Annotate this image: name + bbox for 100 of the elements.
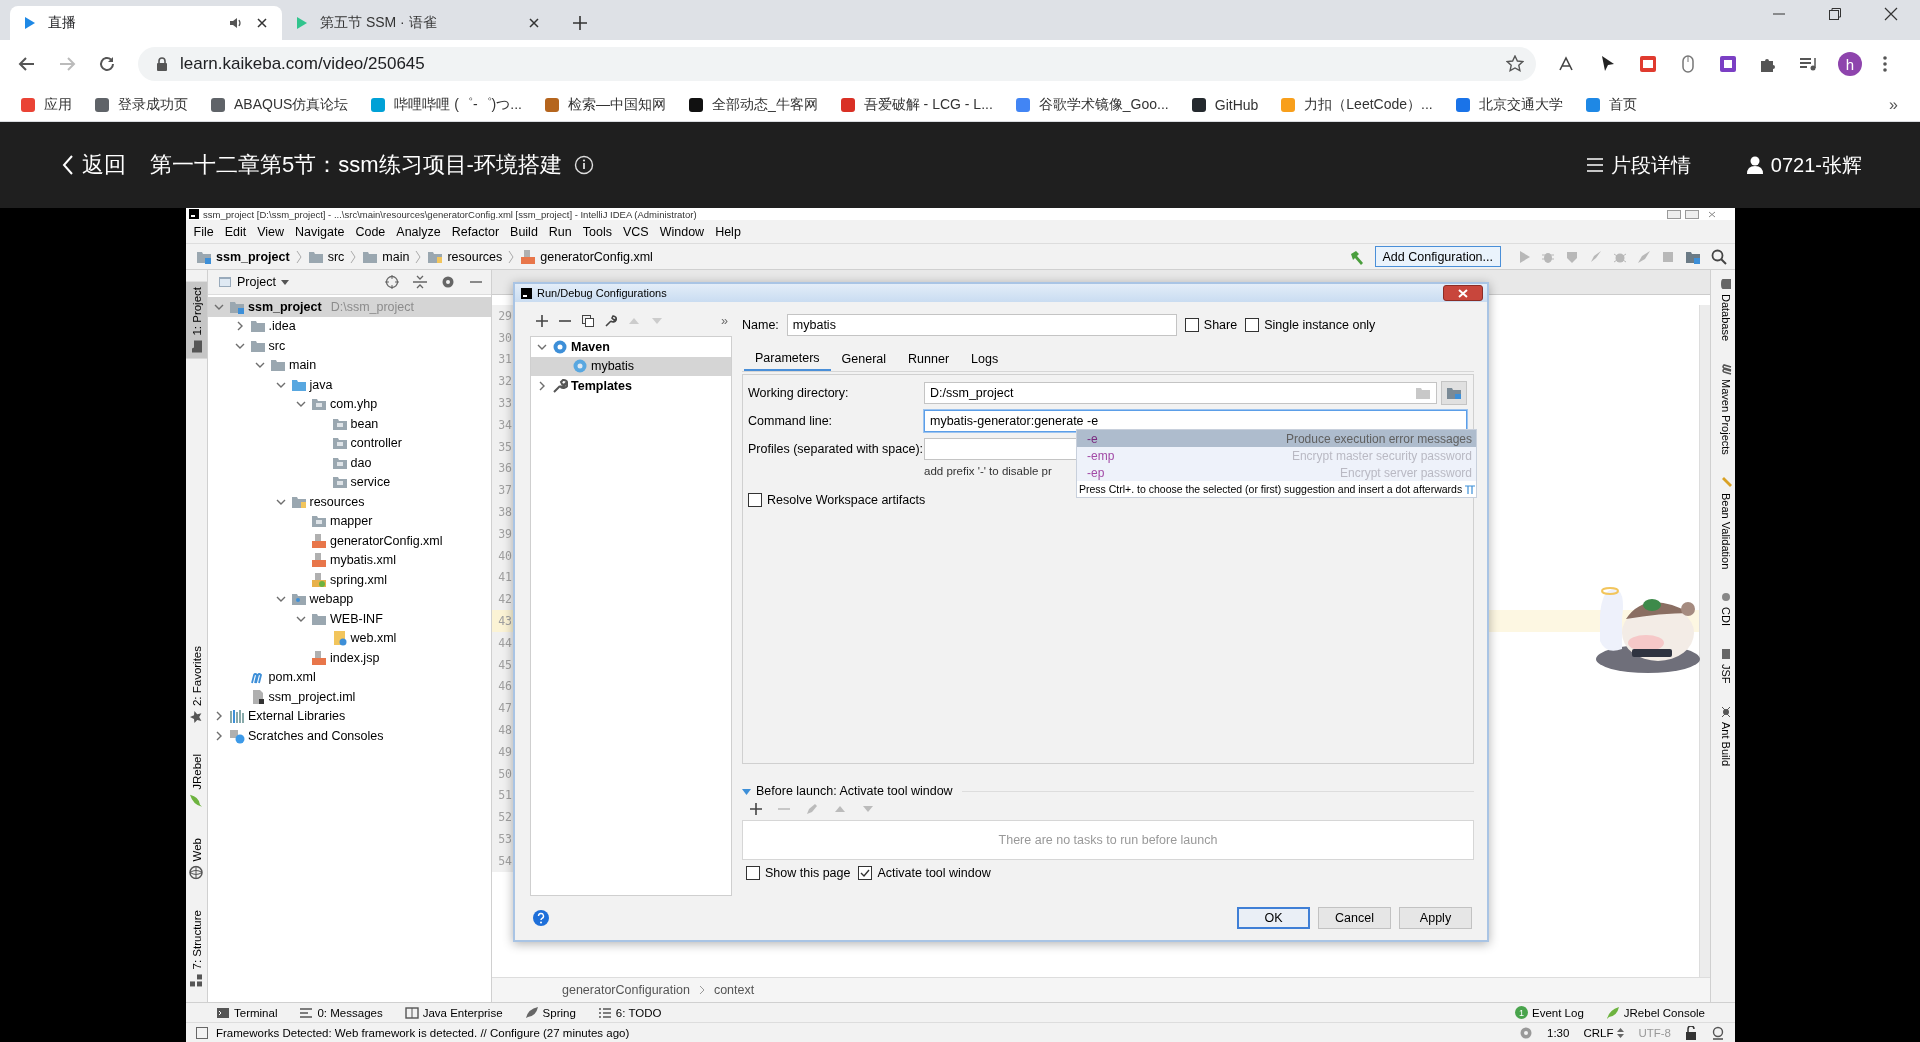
tool-window-tab[interactable]: 0: Messages [299, 1005, 383, 1020]
checkbox-option[interactable]: Show this page [746, 866, 851, 880]
tree-item[interactable]: Templates [531, 376, 731, 396]
tree-item[interactable]: webapp [208, 589, 491, 609]
tool-window-tab[interactable]: CDI [1711, 591, 1735, 627]
pi-icon[interactable] [1464, 483, 1476, 495]
input-field[interactable]: mybatis [786, 314, 1177, 336]
menu-item[interactable]: Run [543, 224, 578, 239]
tree-item[interactable]: dao [208, 453, 491, 473]
info-icon[interactable] [573, 155, 594, 175]
status-message[interactable]: Frameworks Detected: Web framework is detected. // Configure (27 minutes ago) [216, 1026, 630, 1039]
input-field[interactable]: D:/ssm_project [924, 382, 1437, 404]
bookmark[interactable]: 应用 [20, 95, 72, 114]
suggestion-item[interactable]: -e Produce execution error messages [1077, 430, 1476, 447]
view-selector[interactable]: Project [218, 275, 289, 289]
notes-icon[interactable] [1718, 54, 1738, 74]
tool-window-tab[interactable]: Database [1711, 278, 1735, 342]
checkbox-option[interactable]: Activate tool window [858, 866, 991, 880]
expand-triangle-icon[interactable] [742, 786, 751, 796]
tool-window-tab[interactable]: JSF [1711, 648, 1735, 684]
more-bookmarks[interactable]: » [1889, 95, 1898, 114]
star-icon[interactable] [1506, 55, 1524, 73]
tree-item[interactable]: service [208, 472, 491, 492]
tree-item[interactable]: ssm_project D:\ssm_project [208, 297, 491, 317]
run-configuration-selector[interactable]: Add Configuration... [1374, 246, 1501, 267]
collapse-icon[interactable] [413, 275, 427, 289]
tree-item[interactable]: WEB-INF [208, 609, 491, 629]
help-icon[interactable] [533, 910, 549, 926]
inspector-icon[interactable] [1711, 1025, 1725, 1040]
tree-item[interactable]: index.jsp [208, 648, 491, 668]
tab[interactable]: Logs [960, 346, 1010, 371]
tree-item[interactable]: .idea [208, 316, 491, 336]
close-icon[interactable] [1884, 7, 1898, 21]
tool-window-tab[interactable]: Spring [524, 1005, 576, 1020]
breadcrumb-item[interactable]: ssm_project [196, 248, 290, 265]
tree-item[interactable]: pom.xml [208, 667, 491, 687]
menu-item[interactable]: Tools [577, 224, 618, 239]
add-icon[interactable] [536, 315, 548, 327]
dialog-button[interactable]: Cancel [1318, 907, 1391, 929]
address-bar[interactable]: learn.kaikeba.com/video/250645 [138, 47, 1536, 81]
minimize-icon[interactable] [1667, 209, 1681, 219]
breadcrumb-item[interactable]: src [307, 248, 345, 265]
menu-item[interactable]: Window [654, 224, 710, 239]
browser-tab[interactable]: 直播 [10, 6, 282, 40]
details-button[interactable]: 片段详情 [1586, 151, 1691, 179]
tool-window-tab[interactable]: 1: Project [186, 282, 207, 359]
menu-item[interactable]: VCS [617, 224, 655, 239]
menu-item[interactable]: Analyze [390, 224, 447, 239]
bookmark[interactable]: 检索—中国知网 [543, 95, 666, 114]
hammer-icon[interactable] [1348, 248, 1365, 265]
tool-window-tab[interactable]: Java Enterprise [404, 1005, 503, 1020]
tab[interactable]: Parameters [744, 346, 831, 371]
suggestion-item[interactable]: -emp Encrypt master security password [1077, 447, 1476, 464]
lock-icon[interactable] [1685, 1025, 1697, 1040]
menu-item[interactable]: Help [709, 224, 747, 239]
extension-icon[interactable] [1638, 54, 1658, 74]
line-separator[interactable]: CRLF [1583, 1026, 1625, 1039]
tree-item[interactable]: java [208, 375, 491, 395]
gear-icon[interactable] [1519, 1025, 1533, 1040]
avatar[interactable]: h [1838, 52, 1862, 76]
checkbox-option[interactable]: Share [1184, 318, 1238, 332]
copy-icon[interactable] [582, 315, 594, 327]
checkbox[interactable] [748, 493, 762, 507]
tab[interactable]: General [830, 346, 898, 371]
tool-window-tab[interactable]: Web [186, 833, 207, 885]
checkbox-option[interactable]: Single instance only [1245, 318, 1376, 332]
tool-window-tab[interactable]: JRebel [186, 749, 207, 814]
tree-item[interactable]: ssm_project.iml [208, 687, 491, 707]
tool-window-tab[interactable]: Bean Validation [1711, 476, 1735, 570]
menu-item[interactable]: Refactor [446, 224, 505, 239]
bookmark[interactable]: ABAQUS仿真论坛 [210, 95, 349, 114]
tree-item[interactable]: spring.xml [208, 570, 491, 590]
close-button[interactable] [1443, 285, 1483, 301]
menu-item[interactable]: Build [504, 224, 544, 239]
bookmark[interactable]: 全部动态_牛客网 [687, 95, 818, 114]
menu-icon[interactable] [1882, 54, 1888, 74]
checkbox[interactable] [858, 866, 873, 880]
bookmark[interactable]: 登录成功页 [94, 95, 188, 114]
wrench-icon[interactable] [605, 315, 617, 327]
more-actions[interactable]: » [721, 314, 732, 328]
maximize-icon[interactable] [1685, 209, 1699, 219]
tree-item[interactable]: web.xml [208, 628, 491, 648]
suggestion-item[interactable]: -ep Encrypt server password [1077, 464, 1476, 481]
tree-item[interactable]: External Libraries [208, 706, 491, 726]
macro-button[interactable] [1441, 381, 1467, 405]
bookmark[interactable]: 哔哩哔哩 (゜-゜)つ... [370, 95, 522, 114]
tree-item[interactable]: main [208, 355, 491, 375]
tool-window-tab[interactable]: JRebel Console [1605, 1005, 1705, 1020]
reload-icon[interactable] [98, 55, 116, 73]
new-tab-icon[interactable] [572, 15, 588, 31]
checkbox[interactable] [1184, 318, 1199, 332]
menu-item[interactable]: View [251, 224, 290, 239]
tree-item[interactable]: controller [208, 433, 491, 453]
menu-item[interactable]: File [188, 224, 220, 239]
tool-window-tab[interactable]: 1 Event Log [1515, 1006, 1584, 1019]
panel-icon[interactable] [196, 1026, 208, 1039]
bookmark[interactable]: 首页 [1584, 95, 1637, 114]
tool-window-tab[interactable]: Ant Build [1711, 705, 1735, 766]
tab[interactable]: Runner [897, 346, 961, 371]
menu-item[interactable]: Navigate [289, 224, 350, 239]
